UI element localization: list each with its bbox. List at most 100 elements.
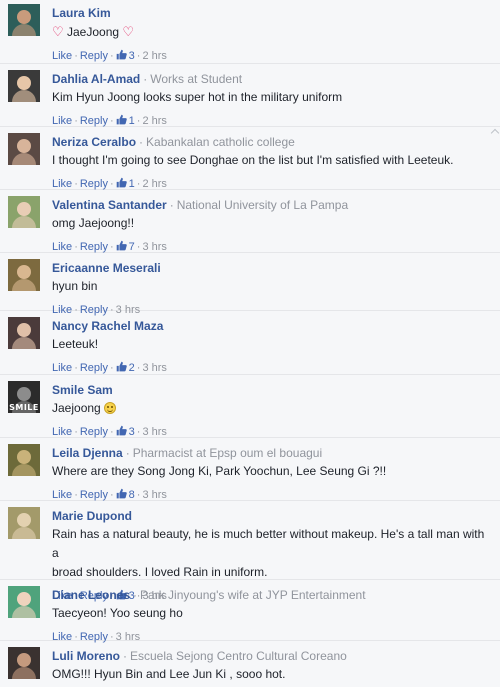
avatar[interactable]	[8, 133, 40, 165]
timestamp[interactable]: 2 hrs	[142, 50, 166, 62]
comment-text-line: OMG!!! Hyun Bin and Lee Jun Ki , sooo ho…	[52, 667, 286, 681]
like-link[interactable]: Like	[52, 241, 72, 253]
separator-dot: ·	[74, 426, 78, 438]
comment-header: Diane Leones · Park Jinyoung's wife at JYP…	[52, 586, 486, 604]
comment-text-line: Leeteuk!	[52, 337, 99, 351]
like-link[interactable]: Like	[52, 50, 72, 62]
commenter-affiliation[interactable]: Pharmacist at Epsp oum el bouagui	[133, 446, 322, 460]
separator-dot: ·	[74, 489, 78, 501]
commenter-affiliation[interactable]: Park Jinyoung's wife at JYP Entertainmen…	[140, 588, 366, 602]
thumbs-up-icon[interactable]	[116, 425, 129, 438]
comment-header: Laura Kim	[52, 4, 486, 22]
commenter-name[interactable]: Laura Kim	[52, 6, 111, 20]
like-link[interactable]: Like	[52, 489, 72, 501]
separator-dot: ·	[109, 178, 114, 190]
separator-dot: ·	[109, 489, 114, 501]
reply-link[interactable]: Reply	[80, 489, 108, 501]
separator-dot: ·	[74, 50, 78, 62]
reply-link[interactable]: Reply	[80, 115, 108, 127]
separator-dot: ·	[133, 588, 138, 602]
commenter-name[interactable]: Leila Djenna	[52, 446, 123, 460]
comment-text: Kim Hyun Joong looks super hot in the mi…	[52, 88, 486, 107]
comment-text-line: Taecyeon! Yoo seung ho	[52, 606, 183, 620]
thumbs-up-icon[interactable]	[116, 361, 129, 374]
comment: Diane Leones · Park Jinyoung's wife at JYP…	[0, 580, 500, 643]
commenter-name[interactable]: Nancy Rachel Maza	[52, 319, 163, 333]
reply-link[interactable]: Reply	[80, 362, 108, 374]
separator-dot: ·	[109, 241, 114, 253]
commenter-name[interactable]: Diane Leones	[52, 588, 130, 602]
avatar[interactable]	[8, 317, 40, 349]
like-count[interactable]: 3	[129, 426, 135, 438]
comment-header: Smile Sam	[52, 381, 486, 399]
reply-link[interactable]: Reply	[80, 241, 108, 253]
like-count[interactable]: 7	[129, 241, 135, 253]
thumbs-up-icon[interactable]	[116, 49, 129, 62]
timestamp[interactable]: 3 hrs	[142, 489, 166, 501]
comment-body: Dahlia Al-Amad · Works at Student Kim Hyun …	[52, 70, 500, 127]
timestamp[interactable]: 3 hrs	[142, 426, 166, 438]
avatar[interactable]	[8, 647, 40, 679]
commenter-affiliation[interactable]: National University of La Pampa	[177, 198, 348, 212]
avatar[interactable]	[8, 196, 40, 228]
avatar[interactable]	[8, 586, 40, 618]
reply-link[interactable]: Reply	[80, 426, 108, 438]
avatar[interactable]	[8, 259, 40, 291]
thumbs-up-icon[interactable]	[116, 240, 129, 253]
reply-link[interactable]: Reply	[80, 50, 108, 62]
like-count[interactable]: 1	[129, 178, 135, 190]
comment-body: Leila Djenna · Pharmacist at Epsp oum el b…	[52, 444, 500, 501]
commenter-affiliation[interactable]: Kabankalan catholic college	[146, 135, 295, 149]
comment-text-line: Jaejoong	[52, 401, 101, 415]
thumbs-up-icon[interactable]	[116, 177, 129, 190]
heart-icon: ♡	[52, 24, 64, 39]
avatar[interactable]	[8, 70, 40, 102]
smiley-icon	[104, 402, 117, 414]
comment-text-line: broad shoulders. I loved Rain in uniform…	[52, 565, 268, 579]
comment-text: Where are they Song Jong Ki, Park Yoochu…	[52, 462, 486, 481]
thumbs-up-icon[interactable]	[116, 488, 129, 501]
like-link[interactable]: Like	[52, 362, 72, 374]
avatar[interactable]	[8, 444, 40, 476]
commenter-name[interactable]: Valentina Santander	[52, 198, 167, 212]
comment-text: hyun bin	[52, 277, 486, 296]
thumbs-up-icon[interactable]	[116, 114, 129, 127]
avatar[interactable]	[8, 4, 40, 36]
avatar[interactable]: SMILE	[8, 381, 40, 413]
timestamp[interactable]: 3 hrs	[142, 241, 166, 253]
like-link[interactable]: Like	[52, 178, 72, 190]
like-count[interactable]: 3	[129, 50, 135, 62]
commenter-name[interactable]: Dahlia Al-Amad	[52, 72, 140, 86]
commenter-affiliation[interactable]: Escuela Sejong Centro Cultural Coreano	[130, 649, 347, 663]
commenter-name[interactable]: Ericaanne Meserali	[52, 261, 161, 275]
comment-text-line: Where are they Song Jong Ki, Park Yoochu…	[52, 464, 387, 478]
comment: Ericaanne Meserali hyun bin Like · Reply · 3 h…	[0, 253, 500, 316]
like-link[interactable]: Like	[52, 426, 72, 438]
timestamp[interactable]: 2 hrs	[142, 178, 166, 190]
comment-text: I thought I'm going to see Donghae on th…	[52, 151, 486, 170]
like-count[interactable]: 1	[129, 115, 135, 127]
comment: Valentina Santander · National University …	[0, 190, 500, 253]
comment-header: Marie Dupond	[52, 507, 486, 525]
timestamp[interactable]: 2 hrs	[142, 115, 166, 127]
like-count[interactable]: 8	[129, 489, 135, 501]
separator-dot: ·	[123, 649, 127, 663]
like-count[interactable]: 2	[129, 362, 135, 374]
timestamp[interactable]: 3 hrs	[142, 362, 166, 374]
commenter-name[interactable]: Marie Dupond	[52, 509, 132, 523]
commenter-name[interactable]: Smile Sam	[52, 383, 113, 397]
comment-body: Nancy Rachel Maza Leeteuk! Like · Reply · 2 · 3 …	[52, 317, 500, 374]
commenter-name[interactable]: Luli Moreno	[52, 649, 120, 663]
avatar[interactable]	[8, 507, 40, 539]
separator-dot: ·	[109, 362, 114, 374]
commenter-affiliation[interactable]: Works at Student	[150, 72, 242, 86]
separator-dot: ·	[169, 198, 174, 212]
reply-link[interactable]: Reply	[80, 178, 108, 190]
comment-header: Ericaanne Meserali	[52, 259, 486, 277]
comment-text-line: omg Jaejoong!!	[52, 216, 135, 230]
like-link[interactable]: Like	[52, 115, 72, 127]
comment: Nancy Rachel Maza Leeteuk! Like · Reply · 2 · 3 …	[0, 311, 500, 375]
comment-body: Ericaanne Meserali hyun bin Like · Reply · 3 h…	[52, 259, 500, 316]
commenter-name[interactable]: Neriza Ceralbo	[52, 135, 136, 149]
separator-dot: ·	[143, 72, 148, 86]
